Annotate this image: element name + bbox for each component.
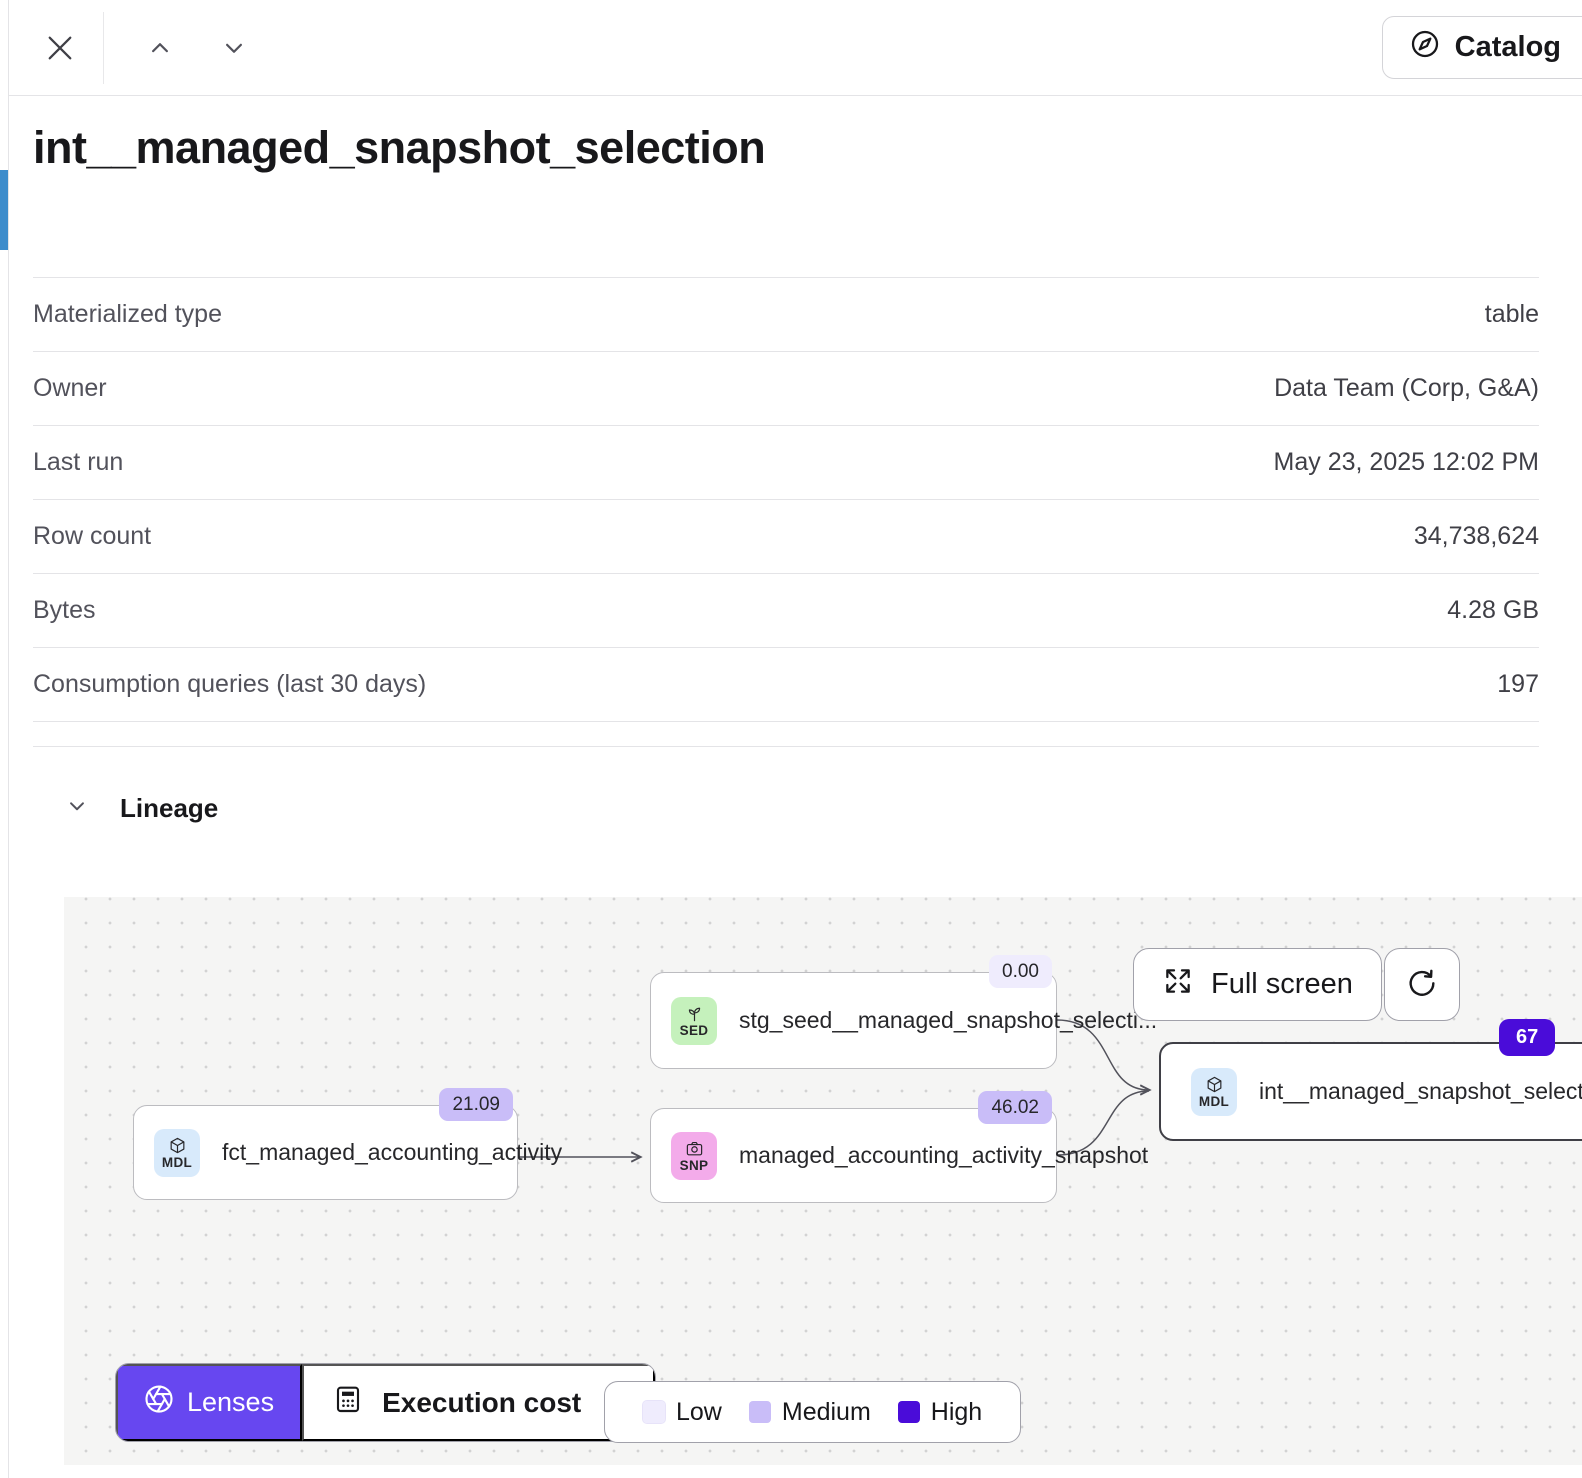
close-icon: [41, 29, 79, 70]
lineage-node-stg-seed-managed-snapshot-selection[interactable]: 0.00 SED stg_seed__managed_snapshot_sele…: [650, 972, 1057, 1069]
active-item-indicator: [0, 170, 8, 250]
node-type-label: SNP: [680, 1158, 709, 1173]
lineage-node-int-managed-snapshot-selection[interactable]: 67 MDL int__managed_snapshot_selection: [1159, 1042, 1582, 1141]
legend-swatch-medium: [749, 1401, 771, 1423]
legend-item-high: High: [898, 1398, 982, 1427]
lineage-canvas[interactable]: 21.09 MDL fct_managed_accounting_activit…: [64, 897, 1582, 1465]
aperture-icon: [144, 1384, 174, 1421]
execution-cost-badge: 0.00: [989, 955, 1052, 988]
previous-item-button[interactable]: [137, 32, 183, 66]
legend-swatch-low: [643, 1401, 665, 1423]
chevron-down-icon: [219, 33, 249, 66]
meta-label: Owner: [33, 374, 107, 403]
node-label: fct_managed_accounting_activity: [222, 1139, 562, 1166]
fullscreen-button-label: Full screen: [1211, 968, 1353, 1001]
calculator-icon: [332, 1383, 364, 1422]
underlying-page-edge: [0, 0, 9, 1478]
metadata-table: Materialized type table Owner Data Team …: [33, 277, 1539, 747]
meta-spacer: [33, 722, 1539, 747]
node-label: managed_accounting_activity_snapshot: [739, 1142, 1148, 1169]
chevron-up-icon: [145, 33, 175, 66]
refresh-icon: [1405, 966, 1439, 1003]
meta-value: 4.28 GB: [1447, 596, 1539, 625]
meta-row-bytes: Bytes 4.28 GB: [33, 574, 1539, 648]
fullscreen-button[interactable]: Full screen: [1133, 948, 1382, 1021]
snapshot-icon: SNP: [671, 1132, 717, 1180]
expand-icon: [1162, 965, 1194, 1005]
legend-swatch-high: [898, 1401, 920, 1423]
node-label: stg_seed__managed_snapshot_selecti...: [739, 1007, 1157, 1034]
lineage-section-header[interactable]: Lineage: [64, 793, 218, 824]
legend-item-low: Low: [643, 1398, 722, 1427]
node-type-label: MDL: [1199, 1094, 1229, 1109]
execution-cost-badge: 21.09: [439, 1088, 513, 1121]
meta-label: Consumption queries (last 30 days): [33, 670, 426, 699]
meta-value: 197: [1497, 670, 1539, 699]
lineage-node-fct-managed-accounting-activity[interactable]: 21.09 MDL fct_managed_accounting_activit…: [133, 1105, 518, 1200]
meta-value: table: [1485, 300, 1539, 329]
execution-cost-badge: 46.02: [978, 1091, 1052, 1124]
detail-panel: Catalog int__managed_snapshot_selection …: [0, 0, 1582, 1478]
meta-label: Materialized type: [33, 300, 222, 329]
lineage-section-title: Lineage: [120, 793, 218, 824]
node-label: int__managed_snapshot_selection: [1259, 1078, 1582, 1105]
meta-row-row-count: Row count 34,738,624: [33, 500, 1539, 574]
next-item-button[interactable]: [211, 32, 257, 66]
model-icon: MDL: [154, 1129, 200, 1177]
meta-label: Bytes: [33, 596, 96, 625]
meta-value: 34,738,624: [1414, 522, 1539, 551]
catalog-button-label: Catalog: [1455, 31, 1561, 64]
collapse-chevron-icon[interactable]: [64, 793, 90, 824]
refresh-button[interactable]: [1384, 948, 1460, 1021]
lenses-button[interactable]: Lenses: [116, 1364, 302, 1441]
node-type-label: MDL: [162, 1155, 192, 1170]
meta-label: Row count: [33, 522, 151, 551]
panel-toolbar: Catalog: [9, 0, 1582, 96]
catalog-button[interactable]: Catalog: [1382, 16, 1582, 79]
meta-value: May 23, 2025 12:02 PM: [1274, 448, 1539, 477]
compass-icon: [1409, 28, 1441, 68]
lens-selector-label: Execution cost: [382, 1387, 581, 1419]
legend-item-medium: Medium: [749, 1398, 871, 1427]
model-icon: MDL: [1191, 1068, 1237, 1116]
page-title: int__managed_snapshot_selection: [33, 122, 765, 174]
lenses-control-group: Lenses Execution cost: [115, 1363, 656, 1442]
legend-label: High: [931, 1398, 982, 1427]
toolbar-divider: [103, 12, 104, 84]
meta-value: Data Team (Corp, G&A): [1274, 374, 1539, 403]
meta-row-owner: Owner Data Team (Corp, G&A): [33, 352, 1539, 426]
node-type-label: SED: [680, 1023, 709, 1038]
legend-label: Medium: [782, 1398, 871, 1427]
meta-row-last-run: Last run May 23, 2025 12:02 PM: [33, 426, 1539, 500]
lens-selector-dropdown[interactable]: Execution cost: [302, 1364, 655, 1441]
meta-row-consumption-queries: Consumption queries (last 30 days) 197: [33, 648, 1539, 722]
cost-legend: Low Medium High: [604, 1381, 1021, 1443]
meta-row-materialized-type: Materialized type table: [33, 278, 1539, 352]
lineage-node-managed-accounting-activity-snapshot[interactable]: 46.02 SNP managed_accounting_activity_sn…: [650, 1108, 1057, 1203]
legend-label: Low: [676, 1398, 722, 1427]
close-button[interactable]: [37, 26, 83, 72]
execution-cost-badge: 67: [1499, 1019, 1555, 1056]
seed-icon: SED: [671, 997, 717, 1045]
meta-label: Last run: [33, 448, 123, 477]
lenses-button-label: Lenses: [187, 1387, 274, 1418]
